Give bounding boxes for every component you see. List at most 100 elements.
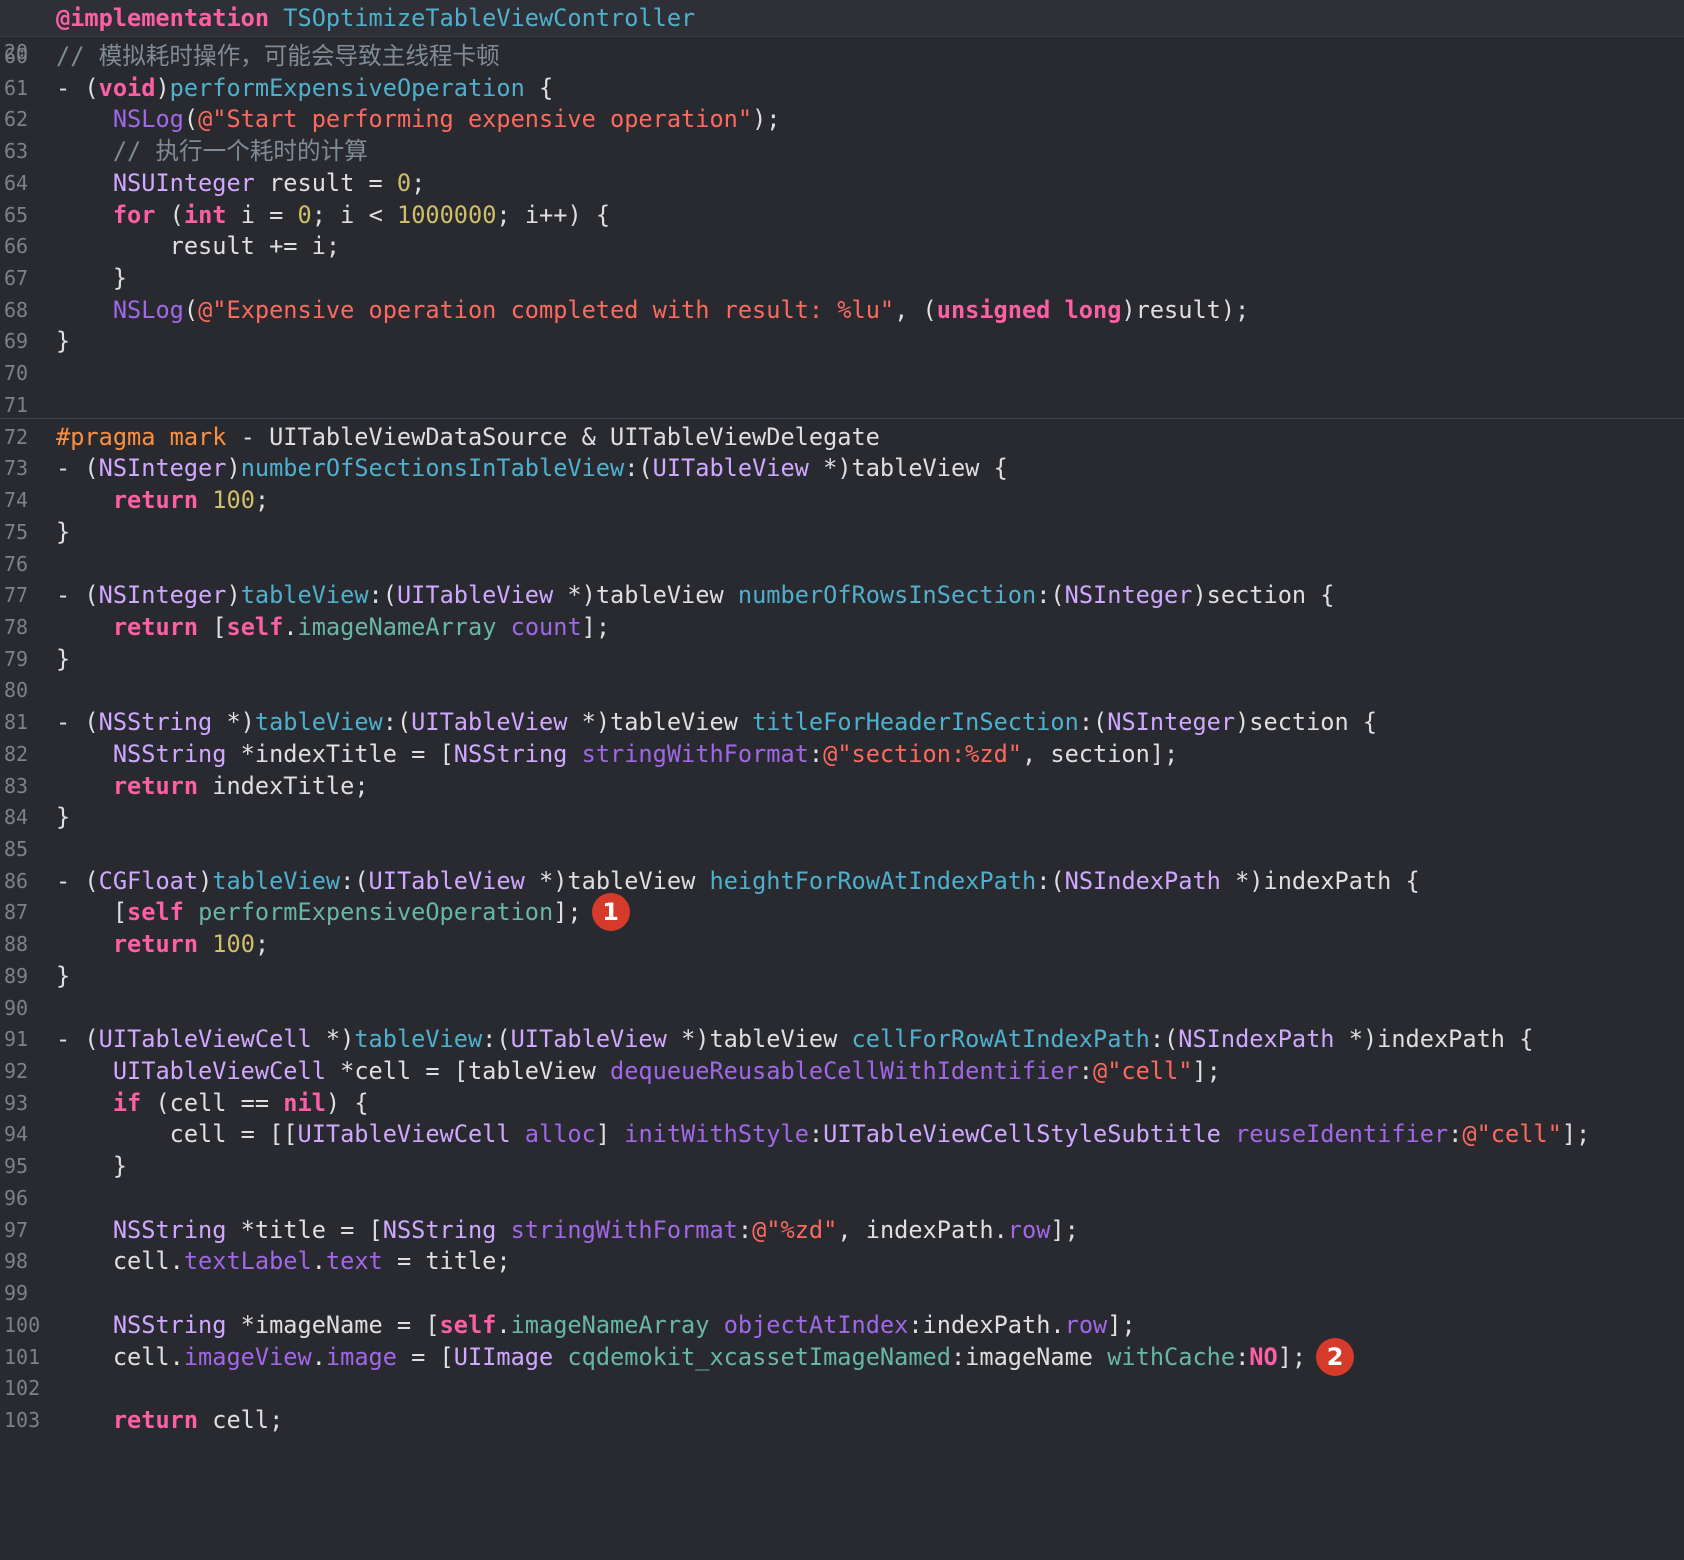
code-token: result =: [254, 168, 397, 197]
line-code: return cell;: [56, 1403, 283, 1437]
code-line[interactable]: 100 NSString *imageName = [self.imageNam…: [0, 1308, 1684, 1342]
line-code: [self performExpensiveOperation];: [56, 895, 582, 929]
code-line[interactable]: 70: [0, 356, 1684, 390]
code-line[interactable]: 81- (NSString *)tableView:(UITableView *…: [0, 705, 1684, 739]
code-line[interactable]: 82 NSString *indexTitle = [NSString stri…: [0, 737, 1684, 771]
line-number: 95: [4, 1154, 29, 1179]
line-number: 90: [4, 995, 29, 1020]
code-token: - UITableViewDataSource & UITableViewDel…: [226, 422, 880, 451]
code-line[interactable]: 103 return cell;: [0, 1403, 1684, 1437]
code-line[interactable]: 66 result += i;: [0, 229, 1684, 263]
code-line[interactable]: 93 if (cell == nil) {: [0, 1086, 1684, 1120]
code-line[interactable]: 63 // 执行一个耗时的计算: [0, 134, 1684, 168]
code-token: (: [155, 200, 184, 229]
code-token: ];: [1192, 1057, 1221, 1086]
code-line[interactable]: 94 cell = [[UITableViewCell alloc] initW…: [0, 1117, 1684, 1151]
code-line[interactable]: 72 #pragma mark - UITableViewDataSource &…: [0, 420, 1684, 454]
code-token: 100: [212, 930, 255, 959]
code-token: UITableView: [396, 581, 554, 610]
line-code: cell.textLabel.text = title;: [56, 1244, 511, 1278]
line-number: 76: [4, 551, 29, 576]
code-line[interactable]: 92 UITableViewCell *cell = [tableView de…: [0, 1054, 1684, 1088]
code-line[interactable]: 64 NSUInteger result = 0;: [0, 166, 1684, 200]
code-token: :: [1078, 1057, 1093, 1086]
line-number: 103: [4, 1407, 41, 1432]
code-line[interactable]: 80: [0, 673, 1684, 707]
line-code: if (cell == nil) {: [56, 1086, 369, 1120]
line-number: 85: [4, 837, 29, 861]
code-line[interactable]: 76: [0, 547, 1684, 581]
code-token: row: [1064, 1310, 1108, 1339]
code-line[interactable]: 95 }: [0, 1149, 1684, 1183]
code-line[interactable]: 65 for (int i = 0; i < 1000000; i++) {: [0, 198, 1684, 232]
code-line[interactable]: 67 }: [0, 261, 1684, 295]
code-line[interactable]: 85: [0, 832, 1684, 866]
line-code: // 模拟耗时操作，可能会导致主线程卡顿: [56, 39, 500, 73]
code-token: NSIndexPath: [1178, 1025, 1335, 1054]
code-line[interactable]: 69}: [0, 324, 1684, 358]
code-line[interactable]: 62 NSLog(@"Start performing expensive op…: [0, 102, 1684, 136]
code-line[interactable]: 86- (CGFloat)tableView:(UITableView *)ta…: [0, 864, 1684, 898]
line-number: 72: [4, 424, 29, 449]
code-line[interactable]: 96: [0, 1181, 1684, 1215]
line-code: NSString *imageName = [self.imageNameArr…: [56, 1308, 1136, 1342]
code-line[interactable]: 102: [0, 1371, 1684, 1405]
code-token: ];: [1107, 1310, 1136, 1339]
line-number: 79: [4, 646, 29, 671]
code-token: :imageName: [950, 1342, 1108, 1371]
code-token: :(: [624, 454, 653, 483]
code-editor[interactable]: 2 0 @implementation TSOptimizeTableViewCo…: [0, 0, 1684, 1560]
code-line[interactable]: 101 cell.imageView.image = [UIImage cqde…: [0, 1337, 1684, 1376]
code-line[interactable]: 89}: [0, 959, 1684, 993]
code-token: NSString: [98, 708, 213, 737]
sticky-scope-header[interactable]: 20 @implementation TSOptimizeTableViewCo…: [0, 0, 1684, 64]
code-line[interactable]: 73 - (NSInteger)numberOfSectionsInTableVi…: [0, 451, 1684, 485]
code-line[interactable]: 68 NSLog(@"Expensive operation completed…: [0, 293, 1684, 327]
code-token: UITableView: [411, 708, 568, 737]
code-line[interactable]: 88 return 100;: [0, 927, 1684, 961]
code-token: }: [56, 517, 71, 546]
code-token: NSLog: [112, 295, 184, 324]
code-token: text: [325, 1247, 383, 1276]
code-line[interactable]: 79}: [0, 642, 1684, 676]
code-line[interactable]: 75}: [0, 515, 1684, 549]
line-code: return [self.imageNameArray count];: [56, 610, 610, 644]
code-token: cell.: [56, 1342, 184, 1371]
code-token: }: [56, 1152, 128, 1181]
code-token: )result);: [1121, 295, 1250, 324]
code-line[interactable]: 77- (NSInteger)tableView:(UITableView *)…: [0, 578, 1684, 612]
code-token: :: [1235, 1342, 1250, 1371]
code-line[interactable]: 91- (UITableViewCell *)tableView:(UITabl…: [0, 1022, 1684, 1056]
line-code: #pragma mark - UITableViewDataSource & U…: [56, 420, 880, 454]
code-line[interactable]: 74 return 100;: [0, 483, 1684, 517]
code-line[interactable]: 78 return [self.imageNameArray count];: [0, 610, 1684, 644]
code-token: for: [112, 200, 156, 229]
line-number: 93: [4, 1090, 29, 1115]
code-line[interactable]: 90: [0, 991, 1684, 1025]
line-code: }: [56, 959, 70, 993]
code-line[interactable]: 99: [0, 1276, 1684, 1310]
code-token: *)tableView: [553, 581, 738, 610]
code-line[interactable]: 87 [self performExpensiveOperation]; 1: [0, 893, 1684, 932]
code-token: UITableView: [368, 866, 525, 895]
code-line[interactable]: 83 return indexTitle;: [0, 769, 1684, 803]
code-line[interactable]: 84}: [0, 800, 1684, 834]
line-code: - (NSInteger)tableView:(UITableView *)ta…: [56, 578, 1335, 612]
code-token: NO: [1249, 1342, 1278, 1371]
code-token: if: [112, 1088, 142, 1117]
code-line[interactable]: 61 - (void)performExpensiveOperation {: [0, 71, 1684, 105]
code-line[interactable]: 98 cell.textLabel.text = title;: [0, 1244, 1684, 1278]
code-line[interactable]: 60 // 模拟耗时操作，可能会导致主线程卡顿: [0, 39, 1684, 73]
code-token: performExpensiveOperation: [169, 73, 525, 102]
code-token: NSIndexPath: [1064, 866, 1221, 895]
code-line[interactable]: 97 NSString *title = [NSString stringWit…: [0, 1213, 1684, 1247]
